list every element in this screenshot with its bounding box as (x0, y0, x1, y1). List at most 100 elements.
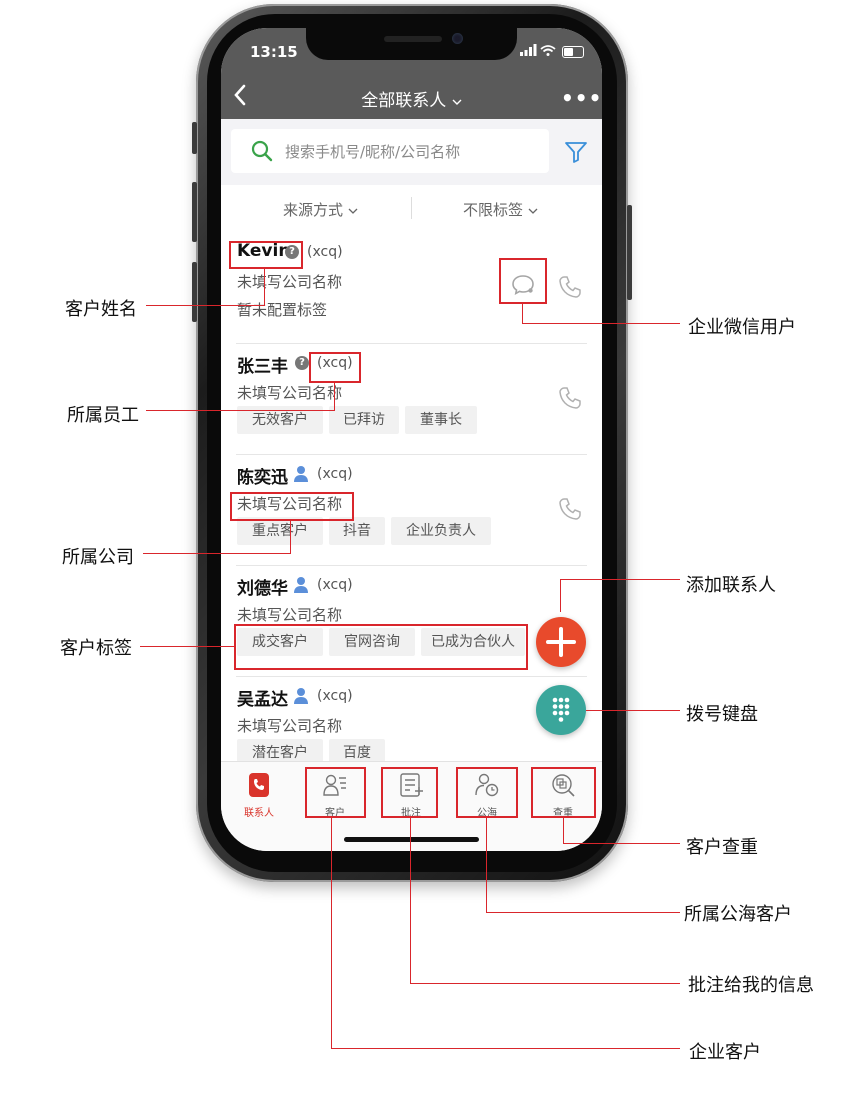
callout-line (143, 553, 291, 554)
contact-tag: 已拜访 (329, 406, 399, 434)
contact-tag: 抖音 (329, 517, 385, 545)
side-button-power (627, 205, 632, 300)
contact-company: 未填写公司名称 (237, 606, 343, 624)
annotation-company: 所属公司 (62, 547, 134, 568)
search-input[interactable]: 搜索手机号/昵称/公司名称 (231, 129, 549, 173)
person-icon (294, 688, 308, 704)
dialpad-icon (552, 697, 570, 722)
contact-row[interactable]: 张三丰 ? (xcq) 未填写公司名称 无效客户 已拜访 董事长 (221, 344, 602, 455)
annotation-staff: 所属员工 (67, 405, 139, 426)
callout-line (146, 305, 265, 306)
annotation-add-contact: 添加联系人 (686, 575, 776, 596)
app-screen: 13:15 全部联系人 ••• 搜索手机号/昵称/公司名称 来源方式 不限标签 … (221, 28, 602, 851)
highlight-staff (309, 352, 361, 383)
more-icon[interactable]: ••• (561, 86, 602, 110)
highlight-company (230, 492, 354, 521)
filter-source[interactable]: 来源方式 (283, 199, 358, 220)
callout-line (140, 646, 235, 647)
chevron-down-icon (528, 208, 538, 214)
contact-tag: 企业负责人 (391, 517, 491, 545)
search-bar: 搜索手机号/昵称/公司名称 (221, 119, 602, 185)
annotation-annotations-to-me: 批注给我的信息 (688, 975, 814, 996)
phone-icon[interactable] (558, 275, 582, 299)
contact-tag-note: 暂未配置标签 (237, 301, 328, 319)
side-button-mute (192, 122, 197, 154)
highlight-tab-public-pool (456, 767, 518, 818)
callout-line (563, 843, 680, 844)
camera-icon (452, 33, 463, 44)
dial-pad-button[interactable] (536, 685, 586, 735)
filter-icon[interactable] (564, 140, 588, 164)
callout-line (560, 579, 561, 612)
phone-notch (306, 28, 517, 60)
callout-line (264, 268, 265, 305)
contact-staff: (xcq) (317, 466, 353, 482)
callout-line (560, 579, 680, 580)
callout-line (522, 303, 523, 324)
page-title-text: 全部联系人 (361, 91, 447, 111)
callout-line (410, 817, 411, 984)
callout-line (331, 817, 332, 1049)
chevron-down-icon (348, 208, 358, 214)
phone-icon[interactable] (558, 497, 582, 521)
search-placeholder: 搜索手机号/昵称/公司名称 (285, 143, 461, 161)
highlight-customer-name (229, 241, 303, 269)
tab-label: 联系人 (244, 808, 274, 819)
annotation-wechat-user: 企业微信用户 (688, 317, 796, 338)
filter-tags[interactable]: 不限标签 (463, 199, 538, 220)
contact-staff: (xcq) (307, 244, 343, 260)
search-icon (251, 140, 273, 162)
contact-tag: 董事长 (405, 406, 477, 434)
annotation-tags: 客户标签 (60, 638, 132, 659)
contact-name: 张三丰 (237, 357, 288, 377)
chevron-down-icon (452, 99, 462, 105)
phone-speaker (384, 36, 442, 42)
filter-source-label: 来源方式 (283, 201, 344, 219)
annotation-customer-name: 客户姓名 (65, 299, 137, 320)
battery-icon (562, 46, 584, 58)
filter-divider (411, 197, 412, 219)
highlight-tab-customers (305, 767, 366, 818)
tab-contacts[interactable]: 联系人 (228, 772, 290, 819)
callout-line (146, 410, 335, 411)
signal-icon (520, 44, 558, 59)
filter-bar: 来源方式 不限标签 (221, 185, 602, 234)
callout-line (290, 521, 291, 554)
contact-staff: (xcq) (317, 577, 353, 593)
contact-company: 未填写公司名称 (237, 384, 343, 402)
add-contact-button[interactable] (536, 617, 586, 667)
highlight-tags (234, 624, 528, 670)
callout-line (486, 817, 487, 913)
page-title[interactable]: 全部联系人 (221, 86, 602, 111)
callout-line (563, 817, 564, 844)
phone-icon[interactable] (558, 386, 582, 410)
annotation-public-pool: 所属公海客户 (684, 904, 792, 925)
person-icon (294, 577, 308, 593)
highlight-tab-dedupe (531, 767, 596, 818)
plus-icon (546, 627, 576, 657)
contact-name: 刘德华 (237, 579, 288, 599)
callout-line (486, 912, 680, 913)
contact-staff: (xcq) (317, 688, 353, 704)
callout-line (586, 710, 680, 711)
filter-tags-label: 不限标签 (463, 201, 524, 219)
highlight-tab-annotations (381, 767, 438, 818)
callout-line (331, 1048, 680, 1049)
side-button-volume-down (192, 262, 197, 322)
callout-line (334, 383, 335, 411)
callout-line (410, 983, 680, 984)
contact-company: 未填写公司名称 (237, 273, 343, 291)
home-indicator (344, 837, 479, 842)
annotation-dedupe: 客户查重 (686, 837, 758, 858)
person-icon (294, 466, 308, 482)
contact-tag: 重点客户 (237, 517, 323, 545)
status-time: 13:15 (250, 43, 298, 61)
highlight-wechat-user (499, 258, 547, 304)
annotation-enterprise-customer: 企业客户 (689, 1042, 761, 1063)
annotation-dial-pad: 拨号键盘 (686, 704, 758, 725)
question-icon: ? (295, 356, 309, 370)
contact-name: 吴孟达 (237, 690, 288, 710)
contact-name: 陈奕迅 (237, 468, 288, 488)
callout-line (522, 323, 680, 324)
contact-company: 未填写公司名称 (237, 717, 343, 735)
